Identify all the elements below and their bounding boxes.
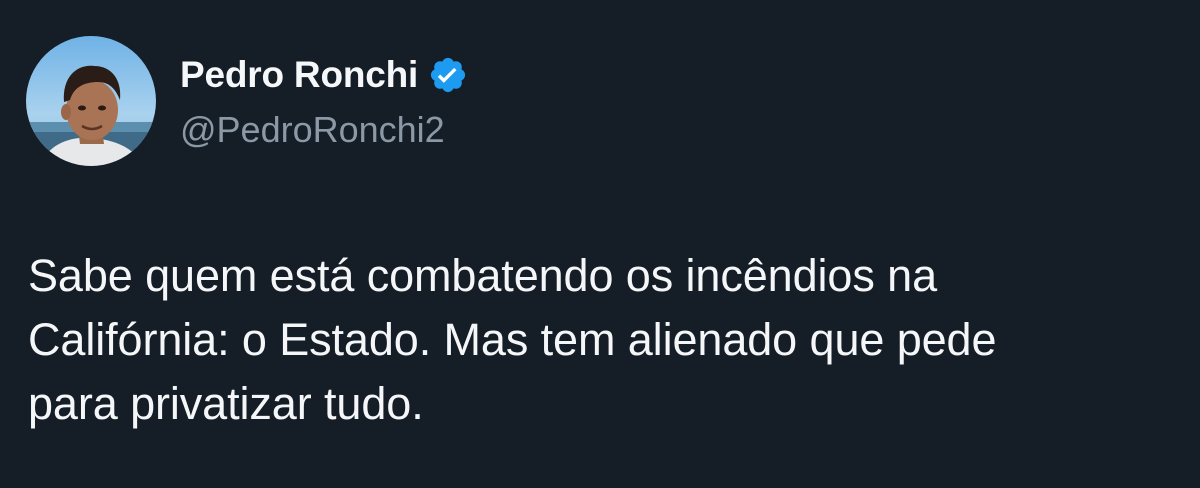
tweet-text: Sabe quem está combatendo os incêndios n… xyxy=(28,244,1168,436)
author-handle[interactable]: @PedroRonchi2 xyxy=(180,108,445,152)
tweet-text-line: Califórnia: o Estado. Mas tem alienado q… xyxy=(28,314,997,365)
avatar-photo xyxy=(26,36,156,166)
author-display-name[interactable]: Pedro Ronchi xyxy=(180,52,418,98)
author-avatar[interactable] xyxy=(26,36,156,166)
author-name-row: Pedro Ronchi xyxy=(180,52,468,98)
tweet-text-line: para privatizar tudo. xyxy=(28,378,424,429)
tweet-text-line: Sabe quem está combatendo os incêndios n… xyxy=(28,250,938,301)
tweet-card: Pedro Ronchi @PedroRonchi2 Sabe quem est… xyxy=(0,0,1200,488)
verified-badge-icon[interactable] xyxy=(428,55,468,95)
